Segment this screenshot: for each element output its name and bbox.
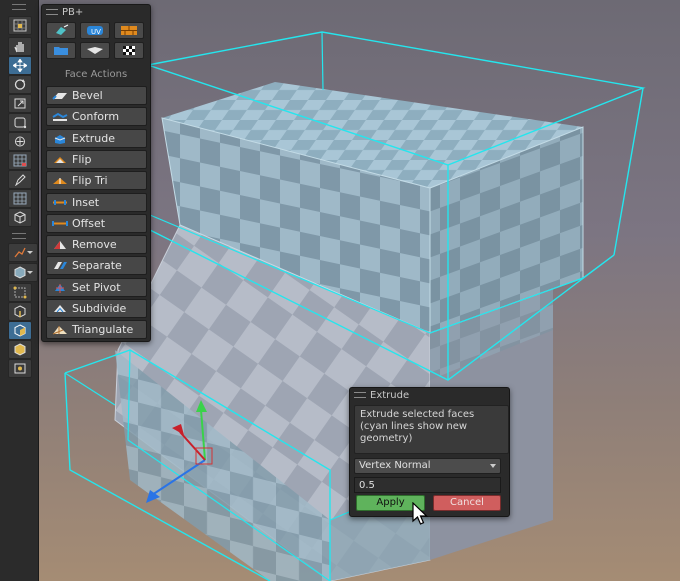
pen-icon[interactable] bbox=[8, 170, 32, 189]
panel-title: Extrude bbox=[370, 390, 410, 401]
grid-snap-icon[interactable] bbox=[8, 16, 32, 35]
brick-icon[interactable] bbox=[114, 22, 144, 39]
scale-icon[interactable] bbox=[8, 94, 32, 113]
flip-button[interactable]: Flip bbox=[46, 149, 147, 169]
extrude-icon bbox=[54, 134, 66, 144]
action-label: Separate bbox=[72, 259, 122, 273]
extrude-distance-field[interactable] bbox=[354, 477, 501, 493]
extrude-description: Extrude selected faces (cyan lines show … bbox=[354, 405, 509, 454]
separate-icon bbox=[54, 262, 67, 270]
mouse-cursor-icon bbox=[412, 502, 428, 525]
rect-transform-icon[interactable] bbox=[8, 113, 32, 132]
triangulate-button[interactable]: Triangulate bbox=[46, 320, 147, 340]
action-label: Subdivide bbox=[72, 302, 127, 315]
separate-button[interactable]: Separate bbox=[46, 256, 147, 276]
mesh-grid-icon[interactable] bbox=[8, 189, 32, 208]
edge-select-icon[interactable] bbox=[8, 302, 32, 321]
edit-shape-icon[interactable] bbox=[8, 243, 38, 262]
offset-button[interactable]: Offset bbox=[46, 213, 147, 233]
chevron-down-icon bbox=[490, 464, 496, 468]
inset-button[interactable]: Inset bbox=[46, 192, 147, 212]
grid-icon[interactable] bbox=[8, 151, 32, 170]
cancel-button[interactable]: Cancel bbox=[433, 495, 501, 511]
flip-tri-button[interactable]: Flip Tri bbox=[46, 171, 147, 191]
grip-handle[interactable] bbox=[12, 4, 26, 10]
transform-icon[interactable] bbox=[8, 132, 32, 151]
rotate-icon[interactable] bbox=[8, 75, 32, 94]
extrude-button[interactable]: Extrude bbox=[46, 128, 147, 148]
cube-outline-icon[interactable] bbox=[8, 208, 32, 227]
vertex-select-icon[interactable] bbox=[8, 283, 32, 302]
tool-strip bbox=[0, 0, 39, 581]
offset-icon bbox=[52, 220, 68, 226]
set-pivot-button[interactable]: Set Pivot bbox=[46, 277, 147, 297]
pb-plus-panel: PB+ UV Face Actions Bevel Conform Extrude F… bbox=[41, 4, 151, 342]
action-label: Extrude bbox=[72, 131, 116, 145]
plane-icon[interactable] bbox=[80, 42, 110, 59]
object-select-icon[interactable] bbox=[8, 340, 32, 359]
set-pivot-icon bbox=[55, 283, 65, 293]
action-label: Set Pivot bbox=[72, 280, 121, 294]
subdivide-icon bbox=[54, 305, 66, 313]
extrude-mode-dropdown[interactable]: Vertex Normal bbox=[354, 458, 501, 474]
shape-tool-icon[interactable] bbox=[46, 22, 76, 39]
uv-icon[interactable]: UV bbox=[80, 22, 110, 39]
pivot-icon[interactable] bbox=[8, 359, 32, 378]
conform-button[interactable]: Conform bbox=[46, 107, 147, 127]
action-label: Inset bbox=[72, 195, 100, 209]
triangulate-icon bbox=[52, 326, 67, 335]
action-label: Triangulate bbox=[72, 323, 134, 337]
subdivide-button[interactable]: Subdivide bbox=[46, 299, 147, 318]
bevel-icon bbox=[52, 93, 67, 100]
hand-icon[interactable] bbox=[8, 37, 32, 56]
action-label: Conform bbox=[72, 110, 120, 124]
bevel-button[interactable]: Bevel bbox=[46, 86, 147, 105]
grip-handle[interactable] bbox=[12, 233, 26, 239]
svg-text:UV: UV bbox=[91, 28, 101, 36]
checker-icon[interactable] bbox=[114, 42, 144, 59]
extrude-panel: Extrude Extrude selected faces (cyan lin… bbox=[349, 387, 510, 517]
conform-icon bbox=[52, 113, 68, 122]
face-select-icon[interactable] bbox=[8, 321, 32, 340]
action-label: Flip Tri bbox=[72, 174, 108, 188]
move-icon[interactable] bbox=[8, 56, 32, 75]
drag-grip-icon[interactable] bbox=[46, 9, 58, 15]
inset-icon bbox=[53, 199, 67, 205]
panel-title: PB+ bbox=[62, 7, 84, 18]
flip-icon bbox=[54, 156, 66, 163]
cube-dropdown-icon[interactable] bbox=[8, 263, 38, 282]
dropdown-value: Vertex Normal bbox=[359, 460, 431, 471]
panel-header[interactable]: PB+ bbox=[46, 7, 83, 18]
action-label: Offset bbox=[72, 216, 106, 230]
flip-tri-icon bbox=[53, 178, 67, 185]
action-label: Flip bbox=[72, 152, 92, 166]
folder-icon[interactable] bbox=[46, 42, 76, 59]
remove-button[interactable]: Remove bbox=[46, 235, 147, 255]
action-label: Bevel bbox=[72, 89, 103, 102]
remove-icon bbox=[54, 241, 66, 250]
action-label: Remove bbox=[72, 238, 117, 252]
drag-grip-icon[interactable] bbox=[354, 392, 366, 398]
face-actions-heading: Face Actions bbox=[64, 69, 128, 80]
panel-header[interactable]: Extrude bbox=[354, 390, 409, 401]
